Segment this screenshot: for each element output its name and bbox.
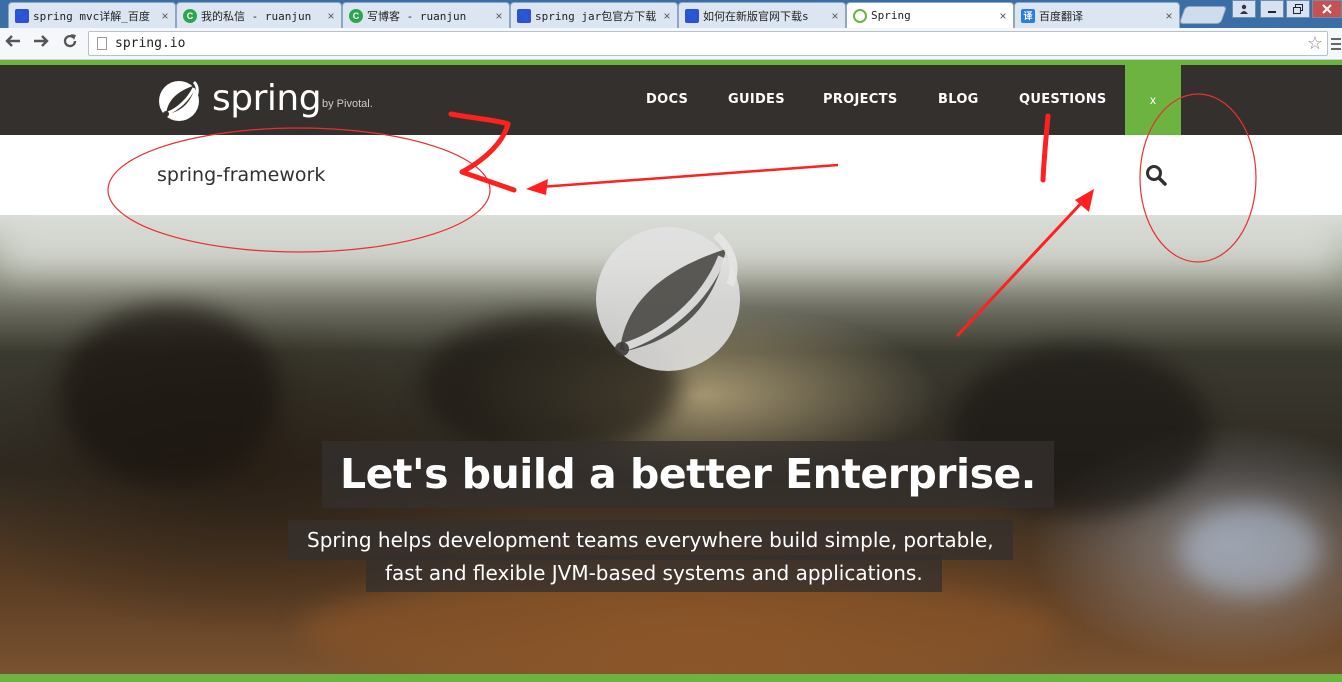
window-close-button[interactable] (1312, 0, 1342, 18)
site-header: spring by Pivotal. DOCS GUIDES PROJECTS … (0, 65, 1342, 135)
new-tab-button[interactable] (1178, 6, 1228, 24)
translate-icon: 译 (1021, 8, 1035, 23)
browser-tab[interactable]: C 写博客 - ruanjun × (342, 2, 510, 28)
hero-subtitle-line-1: Spring helps development teams everywher… (288, 520, 1013, 560)
url-text[interactable]: spring.io (115, 36, 185, 51)
search-icon[interactable] (1145, 164, 1167, 186)
tab-title: 百度翻译 (1039, 9, 1083, 23)
paw-icon: 🐾 (685, 8, 699, 23)
close-icon[interactable]: × (661, 9, 673, 23)
nav-docs[interactable]: DOCS (646, 92, 688, 107)
paw-icon: 🐾 (15, 8, 29, 23)
nav-guides[interactable]: GUIDES (728, 92, 785, 107)
spring-leaf-icon (853, 8, 867, 23)
spring-leaf-hero-icon (596, 227, 740, 371)
nav-questions[interactable]: QUESTIONS (1019, 92, 1107, 107)
close-icon[interactable]: × (829, 9, 841, 23)
close-icon[interactable]: × (997, 9, 1009, 23)
spring-leaf-logo-icon (159, 80, 199, 121)
close-icon[interactable]: × (493, 9, 505, 23)
hero-bg-screen (1180, 505, 1320, 595)
csdn-icon: C (349, 8, 363, 23)
tab-title: spring jar包官方下载 (535, 9, 657, 23)
reload-button[interactable] (59, 32, 81, 54)
browser-tab-active[interactable]: Spring × (846, 2, 1014, 28)
close-icon[interactable]: × (325, 9, 337, 23)
paw-icon: 🐾 (517, 8, 531, 23)
reload-icon (63, 34, 77, 48)
nav-blog[interactable]: BLOG (938, 92, 979, 107)
forward-arrow-icon (34, 35, 49, 47)
user-icon[interactable] (1232, 0, 1256, 18)
browser-tab[interactable]: 🐾 spring mvc详解_百度 × (8, 2, 176, 28)
tab-title: 我的私信 - ruanjun (201, 9, 312, 23)
page-icon (97, 37, 107, 50)
menu-icon[interactable] (1331, 38, 1341, 52)
browser-tab[interactable]: 译 百度翻译 × (1014, 2, 1180, 28)
browser-tab-strip: 🐾 spring mvc详解_百度 × C 我的私信 - ruanjun × C… (0, 0, 1342, 28)
forward-button[interactable] (30, 32, 52, 54)
browser-tab[interactable]: C 我的私信 - ruanjun × (176, 2, 342, 28)
nav-projects[interactable]: PROJECTS (823, 92, 897, 107)
logo-wordmark: spring (212, 78, 322, 119)
hero-title: Let's build a better Enterprise. (322, 441, 1054, 508)
brand-stripe-bottom (0, 674, 1342, 682)
search-close-button[interactable]: x (1125, 65, 1181, 135)
back-arrow-icon (5, 35, 20, 47)
logo-byline: by Pivotal. (322, 98, 373, 110)
tab-title: Spring (871, 9, 911, 22)
browser-toolbar: spring.io ☆ (0, 28, 1342, 60)
search-input[interactable]: spring-framework (157, 164, 325, 186)
close-icon[interactable]: × (159, 9, 171, 23)
tab-title: 写博客 - ruanjun (367, 9, 467, 23)
restore-button[interactable] (1286, 0, 1310, 18)
spring-logo[interactable]: spring by Pivotal. (156, 76, 396, 124)
hero-bg-shadow (60, 305, 280, 485)
search-bar: spring-framework (0, 135, 1342, 215)
tab-title: spring mvc详解_百度 (33, 9, 150, 23)
csdn-icon: C (183, 8, 197, 23)
back-button[interactable] (2, 32, 24, 54)
tab-title: 如何在新版官网下载s (703, 9, 809, 23)
address-bar[interactable]: spring.io ☆ (88, 31, 1328, 56)
hero-section: Let's build a better Enterprise. Spring … (0, 215, 1342, 674)
browser-tab[interactable]: 🐾 如何在新版官网下载s × (678, 2, 846, 28)
close-icon[interactable]: × (1163, 9, 1175, 23)
bookmark-star-icon[interactable]: ☆ (1307, 33, 1323, 54)
browser-tab[interactable]: 🐾 spring jar包官方下载 × (510, 2, 678, 28)
minimize-button[interactable] (1260, 0, 1284, 18)
hero-subtitle-line-2: fast and flexible JVM-based systems and … (366, 555, 942, 592)
